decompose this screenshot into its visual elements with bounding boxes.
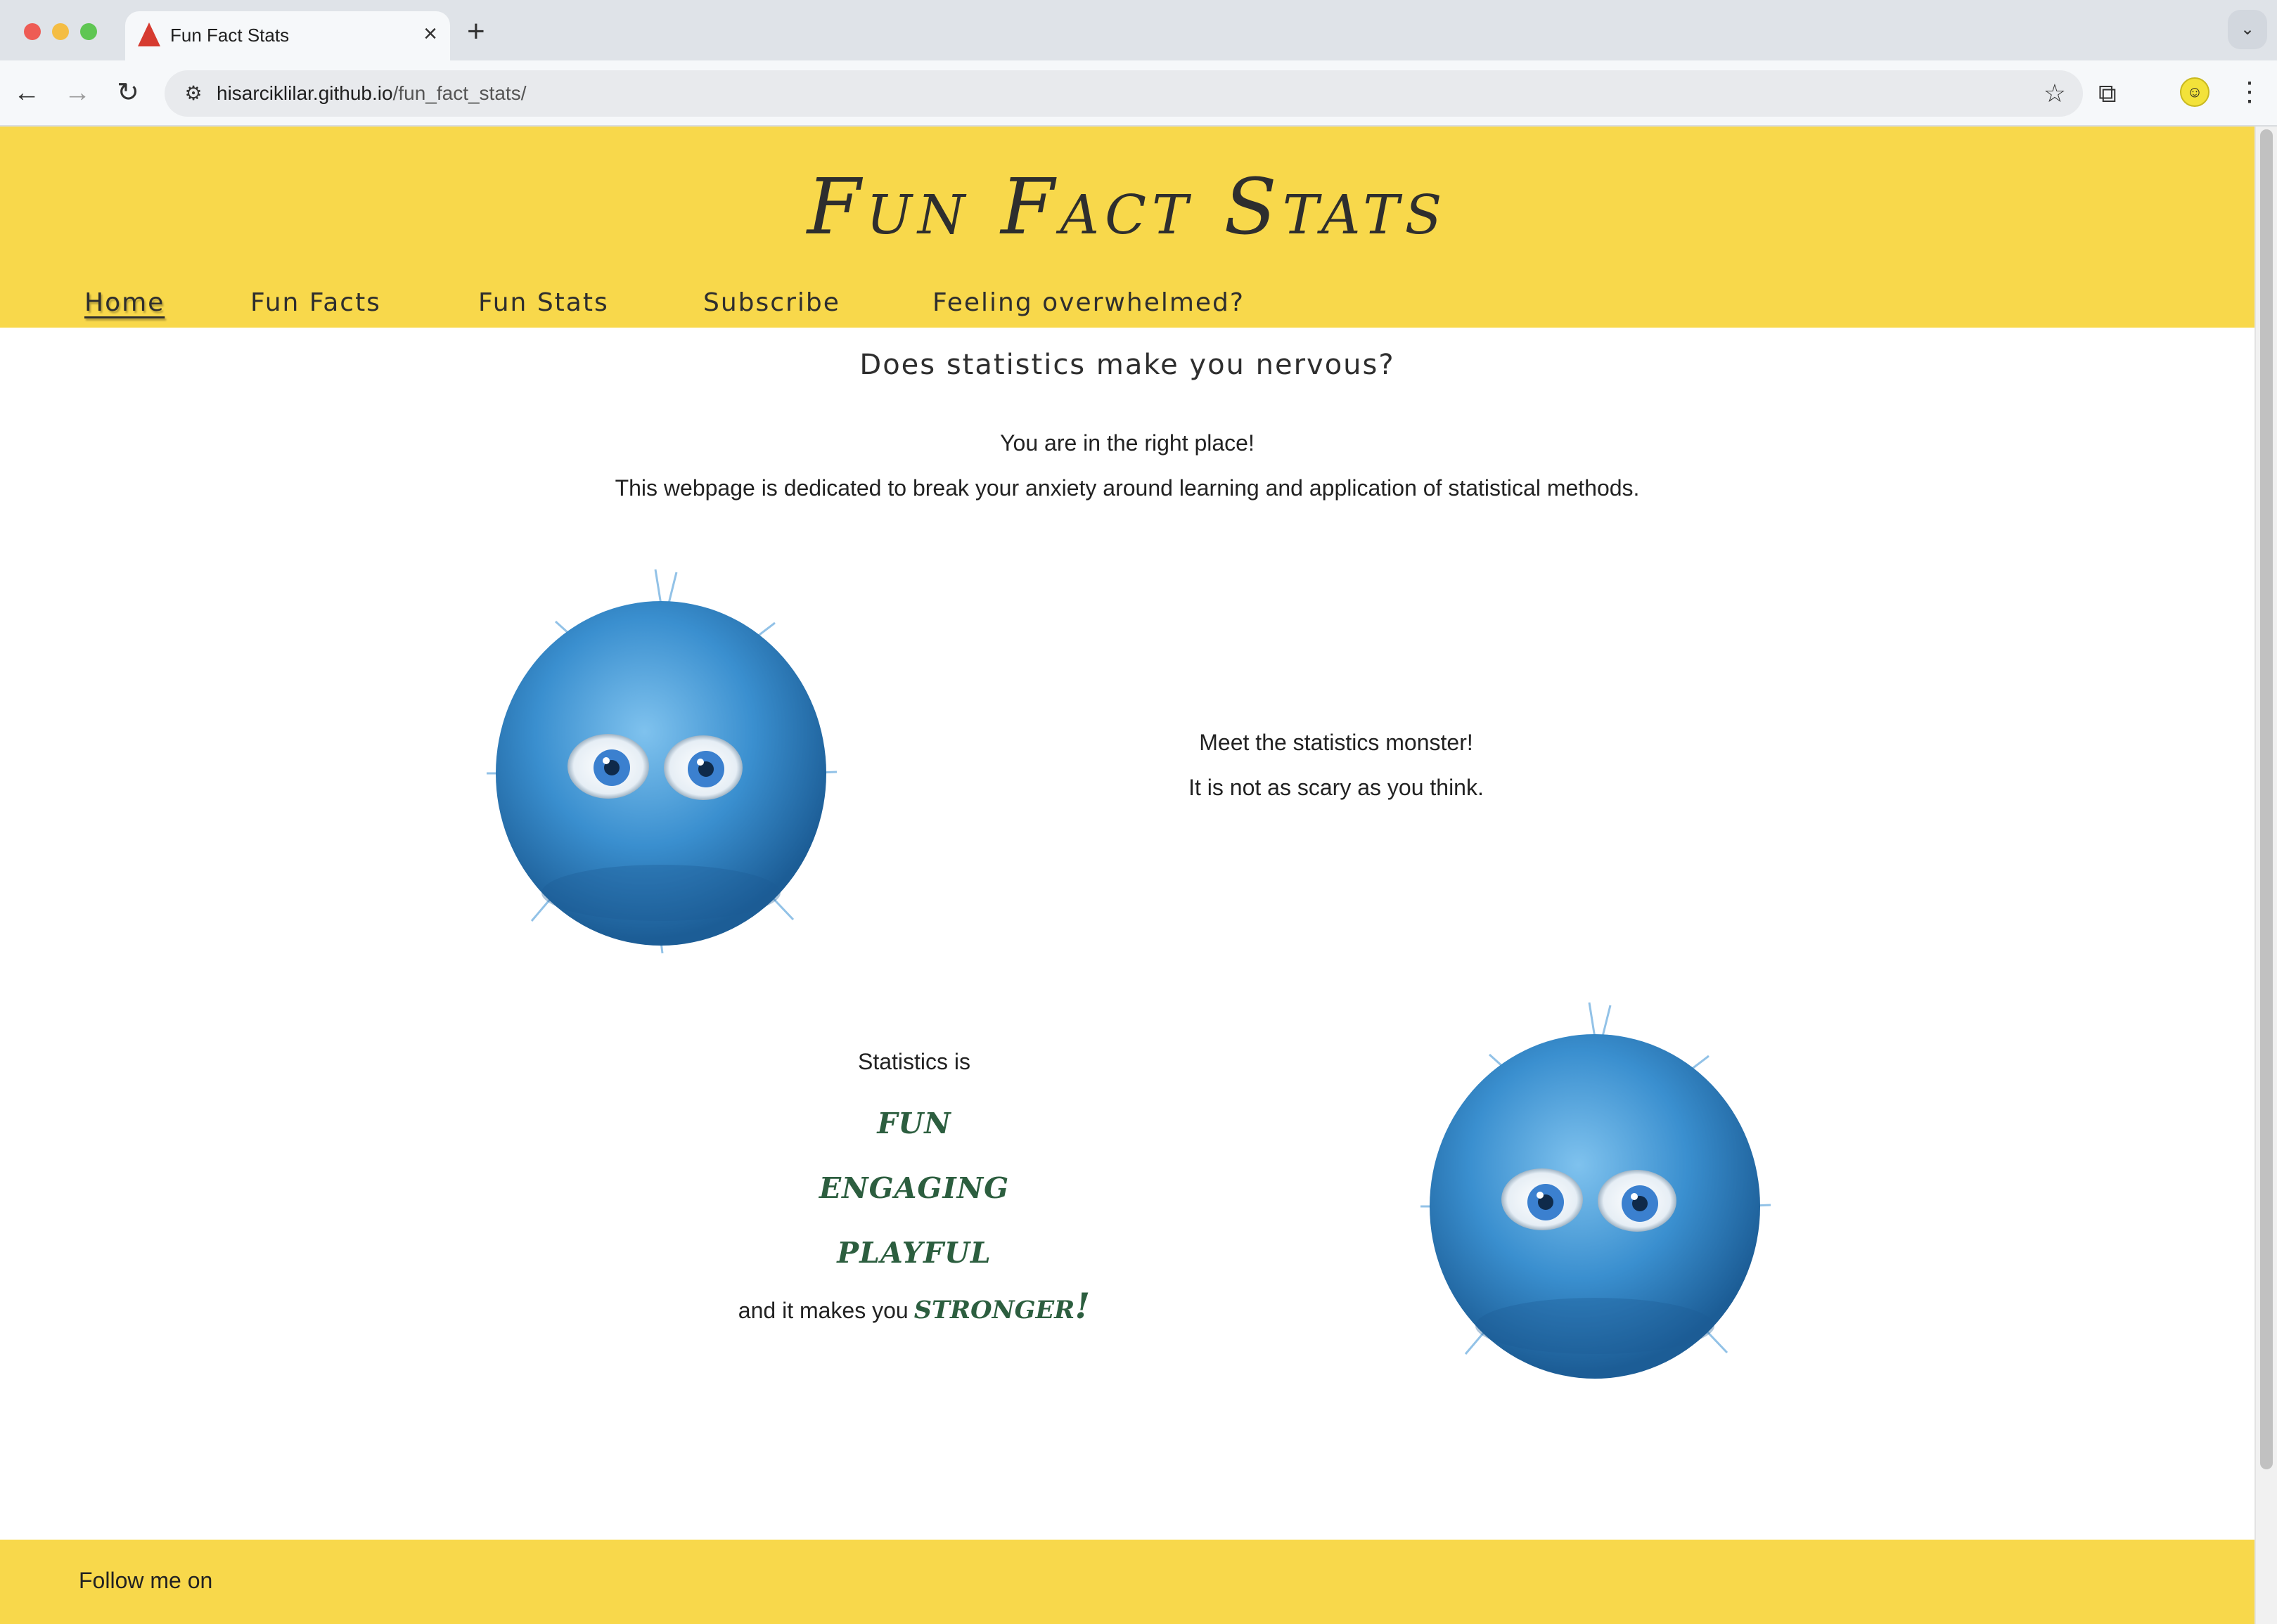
word-engaging: engaging bbox=[819, 1160, 1010, 1208]
page-scrollbar[interactable] bbox=[2254, 127, 2277, 1624]
forward-icon[interactable]: → bbox=[59, 75, 96, 111]
statistics-monster-image bbox=[487, 569, 838, 954]
site-footer: Follow me on bbox=[0, 1540, 2254, 1624]
site-title: Fun Fact Stats bbox=[807, 162, 1448, 252]
intro-line-1: You are in the right place! bbox=[1000, 430, 1255, 456]
close-icon[interactable]: × bbox=[423, 20, 437, 48]
stronger-line: and it makes you stronger! bbox=[633, 1285, 1195, 1327]
nav-subscribe[interactable]: Subscribe bbox=[703, 287, 840, 319]
site-settings-icon[interactable]: ⚙ bbox=[177, 77, 210, 110]
browser-tab[interactable]: Fun Fact Stats × bbox=[125, 11, 450, 62]
nav-fun-stats[interactable]: Fun Stats bbox=[478, 287, 609, 319]
site-header: Fun Fact Stats Home Fun Facts Fun Stats … bbox=[0, 127, 2254, 328]
not-scary-text: It is not as scary as you think. bbox=[1188, 775, 1484, 800]
menu-icon[interactable]: ⋮ bbox=[2236, 75, 2263, 110]
new-tab-button[interactable]: + bbox=[467, 14, 485, 49]
minimize-window-button[interactable] bbox=[52, 23, 69, 40]
back-icon[interactable]: ← bbox=[8, 75, 45, 111]
reload-icon[interactable]: ↻ bbox=[110, 75, 146, 111]
word-playful: playful bbox=[837, 1225, 992, 1272]
close-window-button[interactable] bbox=[24, 23, 41, 40]
url-path: /fun_fact_stats/ bbox=[392, 82, 527, 104]
makes-you-text: and it makes you bbox=[738, 1298, 909, 1323]
nav-fun-facts[interactable]: Fun Facts bbox=[250, 287, 381, 319]
statistics-monster-image-2 bbox=[1420, 1002, 1771, 1379]
nav-feeling-overwhelmed[interactable]: Feeling overwhelmed? bbox=[932, 287, 1245, 319]
web-page: Fun Fact Stats Home Fun Facts Fun Stats … bbox=[0, 127, 2254, 1624]
meet-monster-text: Meet the statistics monster! bbox=[1199, 730, 1473, 755]
chevron-down-icon[interactable]: ⌄ bbox=[2228, 10, 2267, 49]
follow-me-text: Follow me on bbox=[79, 1568, 213, 1593]
intro-line-2: This webpage is dedicated to break your … bbox=[615, 475, 1640, 501]
profile-icon[interactable]: ☺ bbox=[2180, 77, 2209, 107]
extensions-icon[interactable]: ⧉ bbox=[2098, 77, 2117, 110]
browser-toolbar: ← → ↻ ⚙ hisarciklilar.github.io/fun_fact… bbox=[0, 60, 2277, 127]
maximize-window-button[interactable] bbox=[80, 23, 97, 40]
url-host: hisarciklilar.github.io bbox=[217, 82, 393, 104]
address-bar[interactable]: ⚙ hisarciklilar.github.io/fun_fact_stats… bbox=[165, 70, 2083, 117]
url-text[interactable]: hisarciklilar.github.io/fun_fact_stats/ bbox=[217, 80, 526, 107]
tab-strip: Fun Fact Stats × + ⌄ bbox=[0, 0, 2277, 62]
nav-home[interactable]: Home bbox=[84, 287, 165, 319]
scrollbar-thumb[interactable] bbox=[2260, 129, 2273, 1469]
favicon-bell-curve-icon bbox=[138, 22, 160, 46]
page-subtitle: Does statistics make you nervous? bbox=[859, 349, 1395, 381]
word-fun: fun bbox=[877, 1095, 951, 1143]
word-stronger: stronger! bbox=[913, 1285, 1091, 1327]
star-icon[interactable]: ☆ bbox=[2044, 77, 2066, 110]
tab-title: Fun Fact Stats bbox=[170, 25, 290, 46]
statistics-is-text: Statistics is bbox=[857, 1049, 971, 1074]
